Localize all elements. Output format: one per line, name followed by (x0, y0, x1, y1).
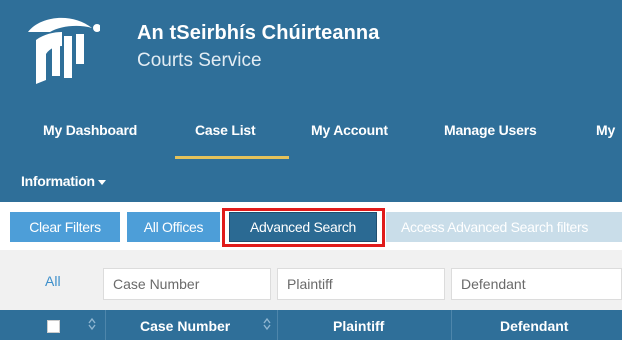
nav-manage-users[interactable]: Manage Users (444, 122, 537, 138)
courts-harp-logo-icon[interactable] (20, 10, 100, 90)
case-number-filter-input[interactable] (103, 268, 271, 300)
all-offices-button[interactable]: All Offices (127, 212, 220, 242)
column-header-case-number[interactable]: Case Number (140, 318, 230, 334)
nav-my-dashboard[interactable]: My Dashboard (43, 122, 137, 138)
column-header-defendant[interactable]: Defendant (500, 318, 568, 334)
select-all-checkbox[interactable] (47, 320, 60, 333)
nav-information-label: Information (21, 173, 95, 189)
caret-down-icon (97, 179, 106, 185)
access-advanced-search-filters-button[interactable]: Access Advanced Search filters (386, 212, 622, 242)
sort-icon[interactable] (87, 317, 97, 331)
column-header-plaintiff[interactable]: Plaintiff (333, 318, 384, 334)
brand-title: An tSeirbhís Chúirteanna (137, 22, 380, 44)
filter-all-link[interactable]: All (45, 273, 61, 289)
nav-my-truncated[interactable]: My (596, 122, 615, 138)
brand-subtitle: Courts Service (137, 50, 262, 71)
column-separator (105, 310, 106, 340)
nav-my-account[interactable]: My Account (311, 122, 388, 138)
nav-active-indicator (175, 156, 289, 159)
clear-filters-button[interactable]: Clear Filters (10, 212, 120, 242)
plaintiff-filter-input[interactable] (277, 268, 445, 300)
column-separator (451, 310, 452, 340)
case-number-sort-icon[interactable] (262, 317, 272, 331)
nav-case-list[interactable]: Case List (195, 122, 256, 138)
nav-information-dropdown[interactable]: Information (21, 173, 106, 189)
highlight-box (222, 208, 385, 247)
defendant-filter-input[interactable] (451, 268, 622, 300)
column-separator (277, 310, 278, 340)
